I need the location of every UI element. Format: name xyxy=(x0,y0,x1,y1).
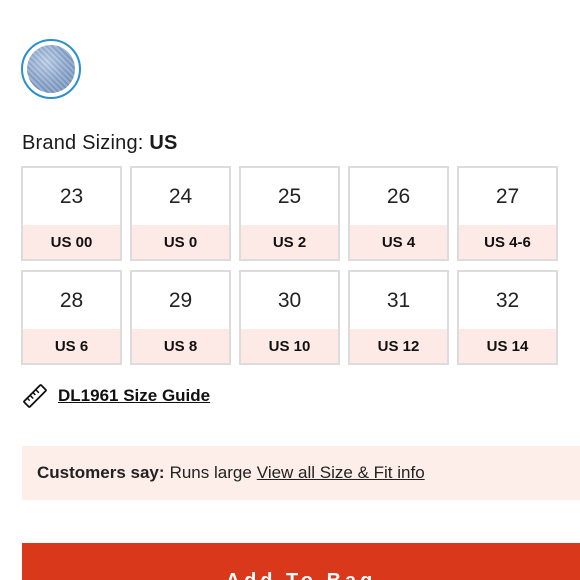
size-number: 30 xyxy=(277,288,302,312)
size-us-equivalent: US 8 xyxy=(132,329,229,363)
denim-color-swatch xyxy=(27,45,75,93)
size-us-equivalent: US 12 xyxy=(350,329,447,363)
size-option[interactable]: 32 US 14 xyxy=(457,270,558,365)
size-number: 25 xyxy=(277,184,302,208)
size-option[interactable]: 30 US 10 xyxy=(239,270,340,365)
size-us-equivalent: US 2 xyxy=(241,225,338,259)
size-us-equivalent: US 0 xyxy=(132,225,229,259)
size-option[interactable]: 27 US 4-6 xyxy=(457,166,558,261)
fit-info-label: Customers say: xyxy=(37,463,165,482)
size-fit-info-link[interactable]: View all Size & Fit info xyxy=(257,463,425,483)
size-guide-row: DL1961 Size Guide xyxy=(22,383,210,409)
size-us-equivalent: US 4-6 xyxy=(459,225,556,259)
brand-sizing: Brand Sizing: US xyxy=(22,132,178,155)
size-number: 29 xyxy=(168,288,193,312)
size-option[interactable]: 25 US 2 xyxy=(239,166,340,261)
fit-info-banner: Customers say: Runs large View all Size … xyxy=(22,446,580,500)
color-swatch-selected[interactable] xyxy=(21,39,81,99)
size-option[interactable]: 31 US 12 xyxy=(348,270,449,365)
size-option[interactable]: 26 US 4 xyxy=(348,166,449,261)
size-grid: 23 US 00 24 US 0 25 US 2 26 US 4 27 US 4… xyxy=(21,166,558,365)
size-number: 23 xyxy=(59,184,84,208)
size-us-equivalent: US 00 xyxy=(23,225,120,259)
fit-info-value: Runs large xyxy=(169,463,252,482)
size-us-equivalent: US 6 xyxy=(23,329,120,363)
size-number: 28 xyxy=(59,288,84,312)
size-us-equivalent: US 14 xyxy=(459,329,556,363)
size-option[interactable]: 29 US 8 xyxy=(130,270,231,365)
size-us-equivalent: US 4 xyxy=(350,225,447,259)
size-number: 27 xyxy=(495,184,520,208)
brand-sizing-label: Brand Sizing: xyxy=(22,132,144,154)
ruler-icon xyxy=(23,384,47,408)
size-us-equivalent: US 10 xyxy=(241,329,338,363)
size-number: 26 xyxy=(386,184,411,208)
size-option[interactable]: 28 US 6 xyxy=(21,270,122,365)
add-to-bag-button[interactable]: Add To Bag xyxy=(22,543,580,580)
add-to-bag-label: Add To Bag xyxy=(226,570,377,580)
brand-sizing-value: US xyxy=(149,132,178,154)
size-option[interactable]: 23 US 00 xyxy=(21,166,122,261)
size-number: 24 xyxy=(168,184,193,208)
size-number: 32 xyxy=(495,288,520,312)
size-number: 31 xyxy=(386,288,411,312)
size-option[interactable]: 24 US 0 xyxy=(130,166,231,261)
size-guide-link[interactable]: DL1961 Size Guide xyxy=(58,386,210,406)
